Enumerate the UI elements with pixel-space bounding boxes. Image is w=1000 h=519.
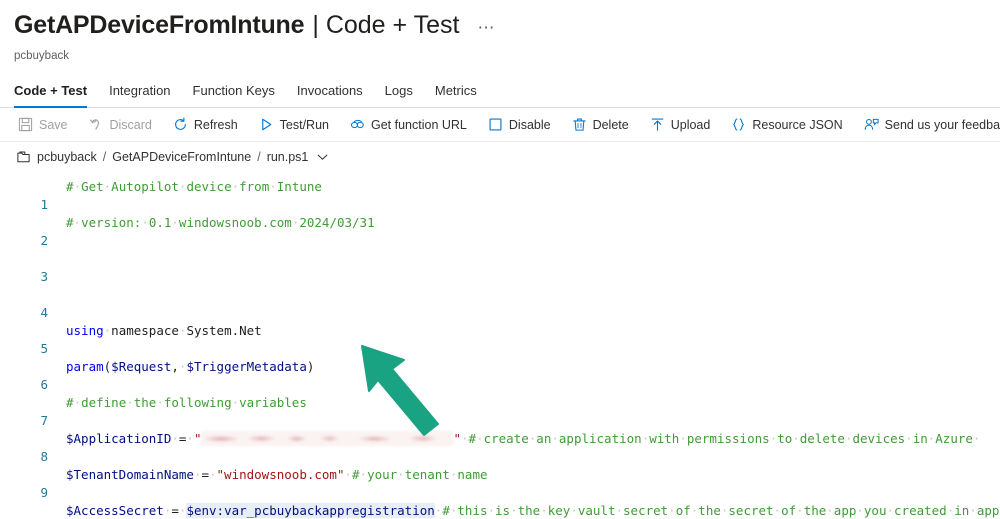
command-bar: Save Discard Refresh Test/Run Get functi… [0, 108, 1000, 142]
test-run-label: Test/Run [279, 117, 329, 132]
line-content: $ApplicationID·=·" "·#·create·an·applicat… [66, 431, 981, 446]
line-content: $AccessSecret·=·$env:var_pcbuybackappreg… [66, 503, 1000, 518]
line-number: 9 [40, 485, 48, 500]
page-title-resource: GetAPDeviceFromIntune [14, 11, 305, 39]
discard-icon [89, 117, 104, 132]
send-feedback-button[interactable]: Send us your feedback [864, 117, 1000, 132]
code-line: 7 #·define·the·following·variables [0, 394, 1000, 428]
page-title-separator: | [312, 11, 319, 39]
line-content: #·Get·Autopilot·device·from·Intune [66, 179, 322, 194]
discard-label: Discard [109, 117, 152, 132]
link-icon [350, 117, 365, 132]
trash-icon [572, 117, 587, 132]
breadcrumb-item-function[interactable]: GetAPDeviceFromIntune [112, 150, 251, 164]
tab-code-and-test[interactable]: Code + Test [14, 83, 98, 108]
upload-label: Upload [670, 117, 711, 132]
line-number: 7 [40, 413, 48, 428]
line-number: 8 [40, 449, 48, 464]
page-subtitle-app-name: pcbuyback [14, 50, 69, 62]
tab-integration[interactable]: Integration [98, 83, 181, 107]
highlighted-env-variable[interactable]: $env:var_pcbuybackappregistration [186, 503, 435, 518]
person-feedback-icon [864, 117, 879, 132]
save-button[interactable]: Save [18, 117, 79, 132]
play-icon [259, 117, 274, 132]
code-line: 3 [0, 250, 1000, 284]
code-line: 5 using·namespace·System.Net [0, 322, 1000, 356]
breadcrumb-item-file[interactable]: run.ps1 [267, 150, 309, 164]
discard-button[interactable]: Discard [89, 117, 163, 132]
braces-icon [731, 117, 746, 132]
line-content: #·version:·0.1·windowsnoob.com·2024/03/3… [66, 215, 375, 230]
resource-json-label: Resource JSON [752, 117, 843, 132]
line-number: 4 [40, 305, 48, 320]
page-title-section: Code + Test [325, 11, 460, 39]
tab-invocations[interactable]: Invocations [286, 83, 374, 107]
get-function-url-label: Get function URL [371, 117, 467, 132]
code-editor[interactable]: 1 #·Get·Autopilot·device·from·Intune 2 #… [0, 178, 1000, 519]
breadcrumb-separator: / [257, 150, 261, 164]
line-number: 1 [40, 197, 48, 212]
code-line: 1 #·Get·Autopilot·device·from·Intune [0, 178, 1000, 212]
line-content: using·namespace·System.Net [66, 323, 262, 338]
get-function-url-button[interactable]: Get function URL [350, 117, 478, 132]
upload-icon [650, 117, 665, 132]
file-path-breadcrumb: pcbuyback / GetAPDeviceFromIntune / run.… [0, 142, 1000, 172]
line-content: $TenantDomainName·=·"windowsnoob.com"·#·… [66, 467, 488, 482]
refresh-icon [173, 117, 188, 132]
code-line: 2 #·version:·0.1·windowsnoob.com·2024/03… [0, 214, 1000, 248]
code-line: 10 $AccessSecret·=·$env:var_pcbuybackapp… [0, 502, 1000, 519]
line-number: 5 [40, 341, 48, 356]
resource-json-button[interactable]: Resource JSON [731, 117, 853, 132]
refresh-label: Refresh [193, 117, 238, 132]
refresh-button[interactable]: Refresh [173, 117, 249, 132]
chevron-down-icon[interactable] [317, 153, 328, 161]
send-feedback-label: Send us your feedback [884, 117, 1000, 132]
breadcrumb-separator: / [102, 150, 107, 164]
tab-bar: Code + Test Integration Function Keys In… [0, 77, 1000, 108]
delete-button[interactable]: Delete [572, 117, 640, 132]
disable-button[interactable]: Disable [488, 117, 562, 132]
code-line: 4 [0, 286, 1000, 320]
line-content: param($Request,·$TriggerMetadata) [66, 359, 315, 374]
test-run-button[interactable]: Test/Run [259, 117, 340, 132]
code-line: 8 $ApplicationID·=·" "·#·create·an·applic… [0, 430, 1000, 464]
disable-label: Disable [508, 117, 551, 132]
redacted-application-id [201, 431, 454, 446]
breadcrumb-item-app[interactable]: pcbuyback [37, 150, 97, 164]
tab-function-keys[interactable]: Function Keys [182, 83, 286, 107]
save-icon [18, 117, 33, 132]
code-line: 9 $TenantDomainName·=·"windowsnoob.com"·… [0, 466, 1000, 500]
page-header: GetAPDeviceFromIntune | Code + Test ⋯ pc… [0, 0, 1000, 63]
delete-label: Delete [592, 117, 629, 132]
upload-button[interactable]: Upload [650, 117, 722, 132]
more-options-icon[interactable]: ⋯ [477, 13, 496, 43]
folder-icon [17, 151, 30, 163]
line-number: 6 [40, 377, 48, 392]
line-number: 2 [40, 233, 48, 248]
save-label: Save [39, 117, 68, 132]
tab-logs[interactable]: Logs [374, 83, 424, 107]
line-number: 3 [40, 269, 48, 284]
tab-metrics[interactable]: Metrics [424, 83, 488, 107]
line-content: #·define·the·following·variables [66, 395, 307, 410]
code-line: 6 param($Request,·$TriggerMetadata) [0, 358, 1000, 392]
stop-square-icon [488, 117, 503, 132]
page-title: GetAPDeviceFromIntune | Code + Test ⋯ [14, 10, 1000, 43]
